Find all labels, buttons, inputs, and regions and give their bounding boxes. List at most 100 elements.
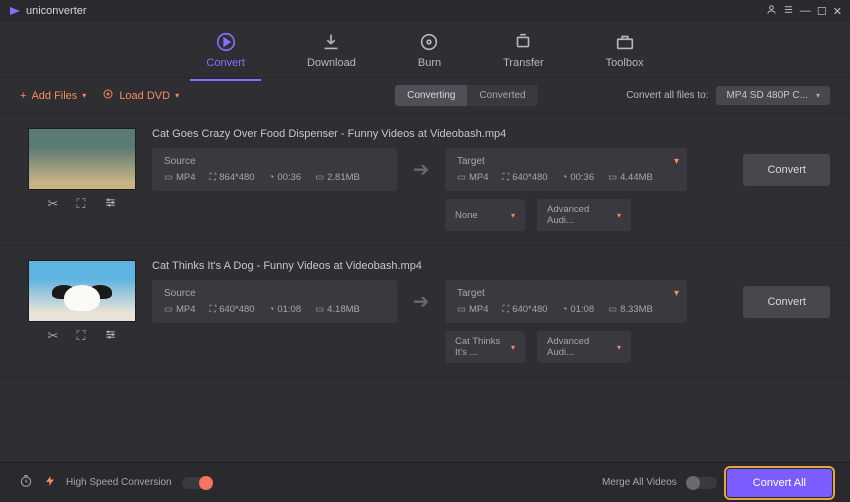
add-files-button[interactable]: + Add Files ▾ (20, 90, 86, 102)
audio-dropdown[interactable]: Advanced Audi...▾ (537, 199, 631, 231)
tab-label: Download (307, 57, 356, 69)
filename: Cat Goes Crazy Over Food Dispenser - Fun… (152, 128, 830, 140)
duration-meta: ◔ 01:08 (269, 304, 302, 315)
tab-label: Toolbox (606, 57, 644, 69)
filename: Cat Thinks It's A Dog - Funny Videos at … (152, 260, 830, 272)
format-meta: ▭ MP4 (164, 304, 196, 315)
arrow-right-icon: ➔ (407, 289, 435, 314)
disc-small-icon (102, 88, 114, 103)
file-body: Cat Thinks It's A Dog - Funny Videos at … (152, 260, 830, 363)
toolbar-right: Convert all files to: MP4 SD 480P C... ▾ (626, 86, 830, 105)
tab-burn[interactable]: Burn (410, 27, 449, 73)
duration-meta: ◔ 00:36 (269, 172, 302, 183)
load-dvd-label: Load DVD (119, 90, 170, 102)
format-selected: MP4 SD 480P C... (726, 90, 808, 101)
titlebar: uniconverter — ☐ ✕ (0, 0, 850, 22)
close-button[interactable]: ✕ (833, 5, 842, 18)
app-logo: uniconverter (8, 5, 87, 17)
filesize-meta: ▭ 4.18MB (315, 304, 360, 315)
window-buttons: — ☐ ✕ (766, 4, 842, 18)
transfer-icon (512, 31, 534, 53)
chevron-down-icon: ▾ (511, 211, 515, 220)
audio-dropdown[interactable]: Advanced Audi...▾ (537, 331, 631, 363)
chevron-down-icon: ▾ (175, 91, 179, 100)
thumbnail-column: ✂ ⛶ (28, 260, 136, 363)
expand-target-icon[interactable]: ▾ (674, 156, 679, 167)
resolution-meta: ⛶ 640*480 (210, 304, 255, 315)
resolution-meta: ⛶ 640*480 (503, 172, 548, 183)
source-panel: Source ▭ MP4 ⛶ 864*480 ◔ 00:36 ▭ 2.81MB (152, 148, 397, 191)
filesize-meta: ▭ 4.44MB (608, 172, 653, 183)
duration-meta: ◔ 01:08 (562, 304, 595, 315)
tab-download[interactable]: Download (299, 27, 364, 73)
load-dvd-button[interactable]: Load DVD ▾ (102, 88, 179, 103)
plus-icon: + (20, 90, 26, 102)
duration-meta: ◔ 00:36 (562, 172, 595, 183)
chevron-down-icon: ▾ (82, 91, 86, 100)
output-format-dropdown[interactable]: MP4 SD 480P C... ▾ (716, 86, 830, 105)
chevron-down-icon: ▾ (816, 91, 820, 100)
convert-all-button[interactable]: Convert All (727, 469, 832, 497)
chevron-down-icon: ▾ (617, 211, 621, 220)
minimize-button[interactable]: — (800, 5, 811, 17)
tab-toolbox[interactable]: Toolbox (598, 27, 652, 73)
user-icon[interactable] (766, 4, 777, 18)
target-options-row: Cat Thinks It's ...▾ Advanced Audi...▾ (445, 331, 830, 363)
edit-tools: ✂ ⛶ (47, 328, 116, 344)
adjust-icon[interactable] (104, 328, 117, 344)
play-circle-icon (215, 31, 237, 53)
filesize-meta: ▭ 2.81MB (315, 172, 360, 183)
target-panel[interactable]: ▾ Target ▭ MP4 ⛶ 640*480 ◔ 00:36 ▭ 4.44M… (445, 148, 687, 191)
merge-label: Merge All Videos (602, 477, 677, 488)
format-meta: ▭ MP4 (457, 304, 489, 315)
crop-icon[interactable]: ⛶ (76, 328, 85, 344)
format-meta: ▭ MP4 (457, 172, 489, 183)
target-options-row: None▾ Advanced Audi...▾ (445, 199, 830, 231)
file-list: ✂ ⛶ Cat Goes Crazy Over Food Dispenser -… (0, 114, 850, 432)
adjust-icon[interactable] (104, 196, 117, 212)
subtitle-dropdown[interactable]: Cat Thinks It's ...▾ (445, 331, 525, 363)
panel-label: Source (164, 156, 385, 167)
crop-icon[interactable]: ⛶ (76, 196, 85, 212)
convert-button[interactable]: Convert (743, 286, 830, 318)
thumbnail-column: ✂ ⛶ (28, 128, 136, 231)
video-thumbnail[interactable] (28, 128, 136, 190)
disc-icon (418, 31, 440, 53)
status-tabs: Converting Converted (395, 85, 538, 106)
logo-icon (8, 5, 22, 17)
subtitle-dropdown[interactable]: None▾ (445, 199, 525, 231)
clock-icon[interactable] (18, 473, 34, 492)
file-row: ✂ ⛶ Cat Goes Crazy Over Food Dispenser -… (0, 114, 850, 246)
tab-label: Convert (206, 57, 245, 69)
tab-transfer[interactable]: Transfer (495, 27, 552, 73)
footer: High Speed Conversion Merge All Videos C… (0, 462, 850, 502)
trim-icon[interactable]: ✂ (47, 328, 58, 344)
resolution-meta: ⛶ 640*480 (503, 304, 548, 315)
menu-icon[interactable] (783, 4, 794, 18)
merge-toggle[interactable] (687, 477, 717, 489)
toolbox-icon (614, 31, 636, 53)
trim-icon[interactable]: ✂ (47, 196, 58, 212)
filesize-meta: ▭ 8.33MB (608, 304, 653, 315)
panels-row: Source ▭ MP4 ⛶ 864*480 ◔ 00:36 ▭ 2.81MB … (152, 148, 830, 191)
resolution-meta: ⛶ 864*480 (210, 172, 255, 183)
tab-converting[interactable]: Converting (395, 85, 467, 106)
maximize-button[interactable]: ☐ (817, 5, 827, 18)
convert-all-to-label: Convert all files to: (626, 90, 708, 101)
arrow-right-icon: ➔ (407, 157, 435, 182)
target-panel[interactable]: ▾ Target ▭ MP4 ⛶ 640*480 ◔ 01:08 ▭ 8.33M… (445, 280, 687, 323)
source-panel: Source ▭ MP4 ⛶ 640*480 ◔ 01:08 ▭ 4.18MB (152, 280, 397, 323)
tab-convert[interactable]: Convert (198, 27, 253, 73)
bolt-icon (44, 474, 56, 491)
panel-label: Target (457, 288, 675, 299)
expand-target-icon[interactable]: ▾ (674, 288, 679, 299)
convert-button[interactable]: Convert (743, 154, 830, 186)
tab-converted[interactable]: Converted (467, 85, 537, 106)
high-speed-toggle[interactable] (182, 477, 212, 489)
video-thumbnail[interactable] (28, 260, 136, 322)
download-icon (320, 31, 342, 53)
add-files-label: Add Files (31, 90, 77, 102)
toolbar: + Add Files ▾ Load DVD ▾ Converting Conv… (0, 78, 850, 114)
edit-tools: ✂ ⛶ (47, 196, 116, 212)
tab-label: Transfer (503, 57, 544, 69)
